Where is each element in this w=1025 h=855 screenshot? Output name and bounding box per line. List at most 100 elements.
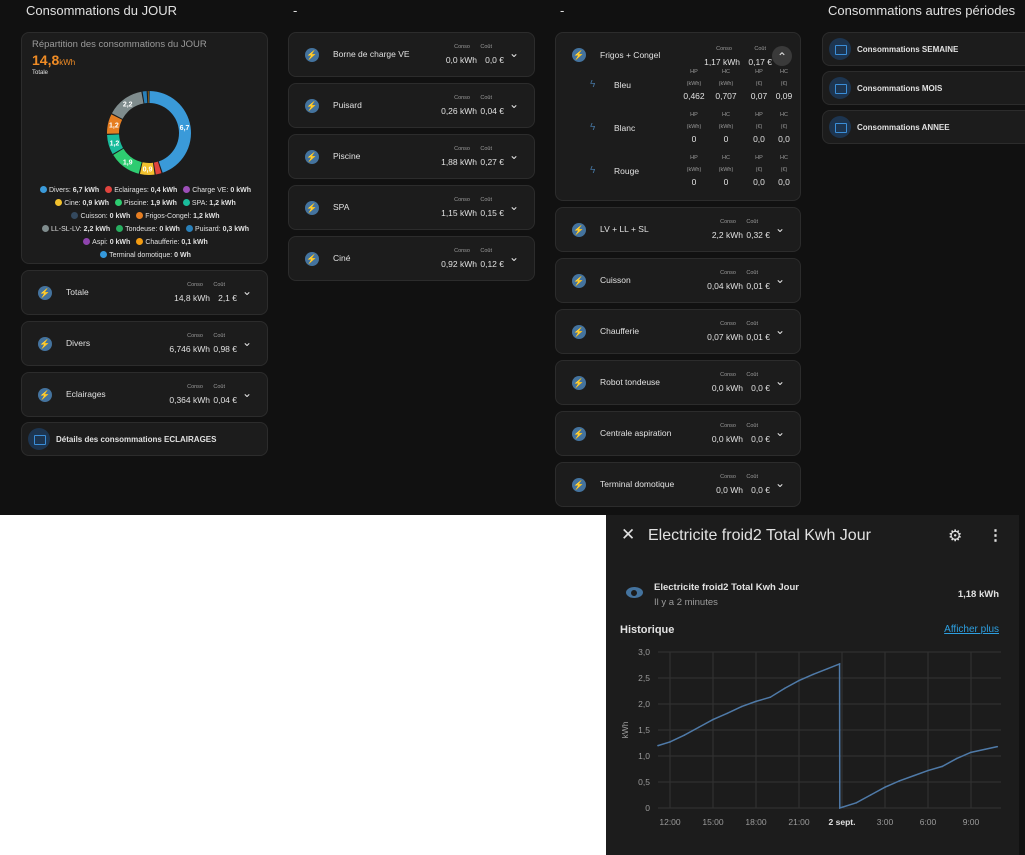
- entity-card[interactable]: ⚡ Centrale aspiration Conso Coût 0,0 kWh 0,0 …: [555, 411, 801, 456]
- cost-value: 0,32 €: [746, 230, 770, 240]
- entity-card[interactable]: ⚡ Puisard Conso Coût 0,26 kWh 0,04 € ⌄: [288, 83, 535, 128]
- chevron-down-icon[interactable]: ⌄: [506, 249, 522, 265]
- entity-card[interactable]: ⚡ Ciné Conso Coût 0,92 kWh 0,12 € ⌄: [288, 236, 535, 281]
- period-button[interactable]: Consommations MOIS: [822, 71, 1025, 105]
- entity-card[interactable]: ⚡ Robot tondeuse Conso Coût 0,0 kWh 0,0 € ⌄: [555, 360, 801, 405]
- history-line: [657, 662, 998, 810]
- cost-label: Coût: [746, 219, 758, 225]
- slice-label: 0,9: [143, 166, 153, 173]
- legend-item[interactable]: SPA: 1,2 kWh: [182, 199, 236, 207]
- legend-name: Eclairages: [114, 187, 147, 194]
- chevron-down-icon[interactable]: ⌄: [772, 322, 788, 338]
- legend-item[interactable]: Cuisson: 0 kWh: [71, 212, 130, 220]
- data-point: [657, 744, 659, 747]
- conso-value: 0,0 kWh: [711, 434, 743, 444]
- entity-card[interactable]: ⚡ LV + LL + SL Conso Coût 2,2 kWh 0,32 € ⌄: [555, 207, 801, 252]
- donut-slice[interactable]: [147, 91, 149, 104]
- donut-slice[interactable]: [142, 91, 148, 104]
- data-point: [712, 718, 714, 721]
- dashboard-icon: [28, 428, 50, 450]
- legend-item[interactable]: Puisard: 0,3 kWh: [185, 225, 249, 233]
- details-eclairages-button[interactable]: Détails des consommations ECLAIRAGES: [21, 422, 268, 456]
- cost-value: 0,17 €: [748, 57, 772, 67]
- lightning-icon: ⚡: [38, 337, 52, 351]
- data-point: [838, 663, 841, 665]
- y-tick-label: 2,0: [638, 699, 650, 709]
- cost-value: 0,12 €: [480, 259, 504, 269]
- entity-card[interactable]: ⚡ Eclairages Conso Coût 0,364 kWh 0,04 € ⌄: [21, 372, 268, 417]
- sub-header: HP: [690, 155, 698, 161]
- legend-item[interactable]: Divers: 6,7 kWh: [40, 186, 100, 194]
- conso-label: Conso: [187, 282, 203, 288]
- lightning-icon: ⚡: [305, 252, 319, 266]
- data-point: [755, 700, 757, 703]
- legend-value: 0 Wh: [174, 252, 191, 259]
- cost-label: Coût: [746, 423, 758, 429]
- chevron-down-icon[interactable]: ⌄: [239, 283, 255, 299]
- legend-dot: [116, 225, 124, 232]
- sub-value: 0,0: [778, 134, 790, 144]
- legend-item[interactable]: Frigos-Congel: 1,2 kWh: [136, 212, 220, 220]
- legend-dot: [41, 225, 49, 232]
- chevron-down-icon[interactable]: ⌄: [239, 334, 255, 350]
- dialog-title: Electricite froid2 Total Kwh Jour: [648, 527, 871, 544]
- legend-item[interactable]: Terminal domotique: 0 Wh: [100, 251, 191, 259]
- sub-value: 0,09: [775, 91, 793, 101]
- close-icon[interactable]: ✕: [621, 525, 635, 545]
- chevron-down-icon[interactable]: ⌄: [772, 373, 788, 389]
- chevron-down-icon[interactable]: ⌄: [772, 424, 788, 440]
- entity-card[interactable]: ⚡ Totale Conso Coût 14,8 kWh 2,1 € ⌄: [21, 270, 268, 315]
- legend-value: 6,7 kWh: [72, 187, 100, 194]
- more-menu-icon[interactable]: ⋮: [988, 526, 1003, 544]
- chevron-down-icon[interactable]: ⌄: [239, 385, 255, 401]
- chevron-down-icon[interactable]: ⌄: [772, 271, 788, 287]
- entity-card[interactable]: ⚡ SPA Conso Coût 1,15 kWh 0,15 € ⌄: [288, 185, 535, 230]
- cost-value: 0,04 €: [480, 106, 504, 116]
- sub-header: HC: [722, 155, 730, 161]
- legend-item[interactable]: Cine: 0,9 kWh: [55, 199, 109, 207]
- legend-item[interactable]: Aspi: 0 kWh: [83, 238, 131, 246]
- entity-card[interactable]: ⚡ Divers Conso Coût 6,746 kWh 0,98 € ⌄: [21, 321, 268, 366]
- conso-label: Conso: [454, 197, 470, 203]
- cost-label: Coût: [480, 95, 492, 101]
- entity-dialog: ✕ Electricite froid2 Total Kwh Jour ⚙ ⋮ …: [606, 515, 1019, 855]
- show-more-link[interactable]: Afficher plus: [944, 624, 999, 635]
- cost-value: 2,1 €: [218, 293, 237, 303]
- chevron-down-icon[interactable]: ⌄: [772, 220, 788, 236]
- cost-label: Coût: [480, 44, 492, 50]
- legend-item[interactable]: LL-SL-LV: 2,2 kWh: [41, 225, 110, 233]
- chevron-down-icon[interactable]: ⌄: [506, 45, 522, 61]
- x-tick-label: 2 sept.: [829, 817, 856, 827]
- legend-item[interactable]: Piscine: 1,9 kWh: [114, 199, 177, 207]
- period-button[interactable]: Consommations ANNEE: [822, 110, 1025, 144]
- legend-value: 1,2 kWh: [193, 213, 220, 220]
- sub-header: HC: [722, 69, 730, 75]
- legend-name: Terminal domotique: [109, 252, 171, 259]
- chevron-down-icon[interactable]: ⌄: [506, 96, 522, 112]
- entity-name: Chaufferie: [600, 326, 640, 336]
- chevron-down-icon[interactable]: ⌄: [506, 198, 522, 214]
- gear-icon[interactable]: ⚙: [948, 526, 962, 546]
- legend-item[interactable]: Chaufferie: 0,1 kWh: [136, 238, 208, 246]
- legend-value: 0 kWh: [109, 239, 131, 246]
- donut-slice[interactable]: [149, 91, 191, 173]
- legend-item[interactable]: Tondeuse: 0 kWh: [116, 225, 180, 233]
- entity-name: Cuisson: [600, 275, 631, 285]
- legend-item[interactable]: Eclairages: 0,4 kWh: [105, 186, 177, 194]
- chevron-up-icon[interactable]: ⌃: [772, 46, 792, 66]
- legend-name: Cine: [64, 200, 79, 207]
- chevron-down-icon[interactable]: ⌄: [772, 475, 788, 491]
- legend-item[interactable]: Charge VE: 0 kWh: [183, 186, 251, 194]
- data-point: [826, 667, 829, 670]
- entity-card[interactable]: ⚡ Piscine Conso Coût 1,88 kWh 0,27 € ⌄: [288, 134, 535, 179]
- period-button[interactable]: Consommations SEMAINE: [822, 32, 1025, 66]
- entity-card[interactable]: ⚡ Terminal domotique Conso Coût 0,0 Wh 0,0 € ⌄: [555, 462, 801, 507]
- cost-label: Coût: [746, 474, 758, 480]
- chevron-down-icon[interactable]: ⌄: [506, 147, 522, 163]
- entity-card[interactable]: ⚡ Borne de charge VE Conso Coût 0,0 kWh 0,0 €…: [288, 32, 535, 77]
- lightning-icon: ⚡: [38, 388, 52, 402]
- sub-header: HC: [780, 69, 788, 75]
- entity-card[interactable]: ⚡ Chaufferie Conso Coût 0,07 kWh 0,01 € ⌄: [555, 309, 801, 354]
- entity-card[interactable]: ⚡ Cuisson Conso Coût 0,04 kWh 0,01 € ⌄: [555, 258, 801, 303]
- conso-label: Conso: [720, 474, 736, 480]
